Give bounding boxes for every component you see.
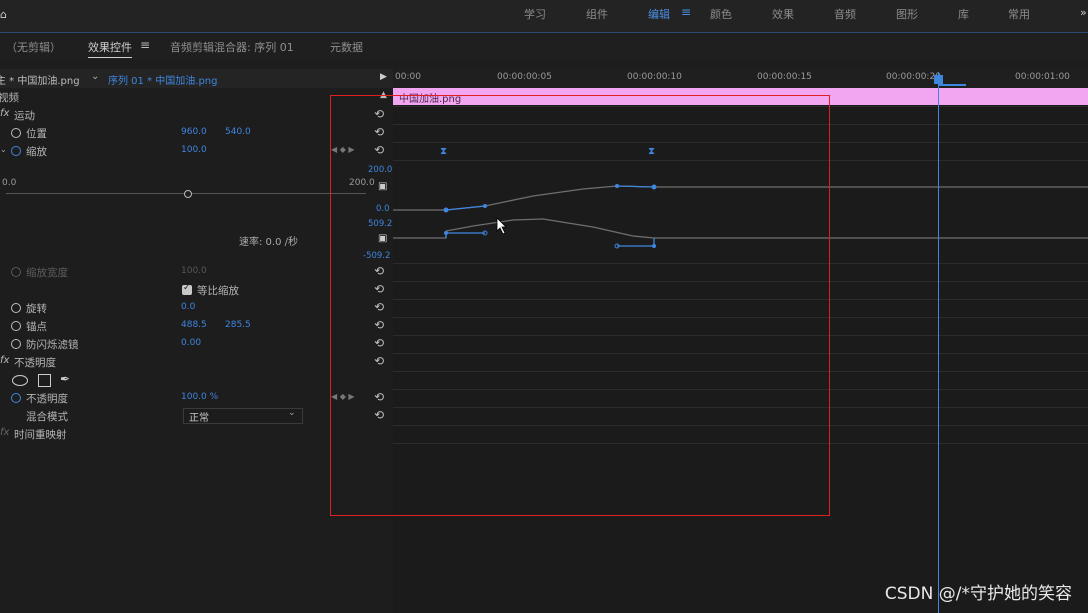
chevron-down-icon: ⌄ — [288, 408, 296, 418]
section-video-label: 视频 — [0, 92, 19, 104]
play-arrow-icon[interactable]: ▶ — [380, 72, 387, 82]
workspace-learn[interactable]: 学习 — [524, 6, 546, 22]
opacity-value[interactable]: 100.0 % — [181, 392, 218, 402]
blend-mode-label: 混合模式 — [26, 411, 68, 423]
time-remap-label: 时间重映射 — [14, 429, 67, 441]
tab-no-clip[interactable]: （无剪辑） — [6, 39, 61, 55]
stopwatch-icon[interactable] — [11, 339, 21, 349]
home-icon[interactable]: ⌂ — [0, 8, 7, 21]
ruler-tick: 00:00:00:20 — [886, 72, 941, 82]
scale-width-label: 缩放宽度 — [26, 267, 68, 279]
sequence-clip-label[interactable]: 序列 01 * 中国加油.png — [108, 72, 217, 87]
annotation-highlight-box — [330, 95, 830, 516]
position-y-value[interactable]: 540.0 — [225, 127, 251, 137]
tab-audio-mixer[interactable]: 音频剪辑混合器: 序列 01 — [170, 39, 294, 55]
time-ruler[interactable]: 00:00 00:00:00:05 00:00:00:10 00:00:00:1… — [393, 69, 1088, 88]
anchor-x-value[interactable]: 488.5 — [181, 320, 207, 330]
antiflicker-label: 防闪烁滤镜 — [26, 339, 79, 351]
panel-tab-bar: （无剪辑） 效果控件 ≡ 音频剪辑混合器: 序列 01 元数据 — [0, 33, 1088, 60]
antiflicker-value[interactable]: 0.00 — [181, 338, 201, 348]
workspace-graphics[interactable]: 图形 — [896, 6, 918, 22]
position-x-value[interactable]: 960.0 — [181, 127, 207, 137]
opacity-group-label: 不透明度 — [14, 357, 56, 369]
stopwatch-icon[interactable] — [11, 303, 21, 313]
master-clip-label[interactable]: 主 * 中国加油.png — [0, 72, 80, 87]
more-workspaces-icon[interactable]: » — [1080, 6, 1087, 19]
pen-mask-icon[interactable]: ✒ — [60, 372, 70, 386]
workspace-menu-icon[interactable]: ≡ — [681, 5, 691, 19]
motion-label: 运动 — [14, 110, 35, 122]
stopwatch-icon — [11, 267, 21, 277]
uniform-scale-label: 等比缩放 — [197, 285, 239, 297]
stopwatch-icon[interactable] — [11, 146, 21, 156]
scale-value[interactable]: 100.0 — [181, 145, 207, 155]
ruler-tick: 00:00:01:00 — [1015, 72, 1070, 82]
workspace-audio[interactable]: 音频 — [834, 6, 856, 22]
workspace-libraries[interactable]: 库 — [958, 6, 969, 22]
tab-effect-controls[interactable]: 效果控件 — [88, 39, 132, 58]
stopwatch-icon[interactable] — [11, 393, 21, 403]
fx-icon[interactable]: fx — [0, 108, 9, 119]
scale-slider-handle[interactable] — [184, 190, 192, 198]
anchor-y-value[interactable]: 285.5 — [225, 320, 251, 330]
ruler-tick: 00:00:00:15 — [757, 72, 812, 82]
stopwatch-icon[interactable] — [11, 128, 21, 138]
ruler-tick: 00:00 — [395, 72, 421, 82]
rotation-label: 旋转 — [26, 303, 47, 315]
watermark: CSDN @/*守护她的笑容 — [884, 584, 1072, 604]
anchor-label: 锚点 — [26, 321, 47, 333]
fx-icon[interactable]: fx — [0, 427, 9, 438]
playhead-handle[interactable] — [934, 75, 943, 84]
velocity-label: 速率: 0.0 /秒 — [239, 237, 298, 248]
work-range — [938, 84, 966, 86]
workspace-bar: ⌂ 学习 组件 编辑 ≡ 颜色 效果 音频 图形 库 常用 » — [0, 0, 1088, 33]
ellipse-mask-icon[interactable] — [12, 375, 28, 386]
fx-icon[interactable]: fx — [0, 355, 9, 366]
workspace-color[interactable]: 颜色 — [710, 6, 732, 22]
chevron-down-icon[interactable]: ⌄ — [91, 71, 99, 82]
playhead[interactable] — [938, 72, 939, 613]
source-header: 主 * 中国加油.png ⌄ 序列 01 * 中国加油.png ▶ — [0, 69, 393, 88]
position-label: 位置 — [26, 128, 47, 140]
slider-min: 0.0 — [2, 178, 17, 188]
scale-width-value: 100.0 — [181, 266, 207, 276]
rotation-value[interactable]: 0.0 — [181, 302, 195, 312]
workspace-assembly[interactable]: 组件 — [586, 6, 608, 22]
expand-icon[interactable]: ⌄ — [0, 145, 7, 154]
blend-mode-value: 正常 — [189, 413, 209, 424]
uniform-scale-checkbox[interactable]: ✓ — [182, 283, 192, 295]
workspace-effects[interactable]: 效果 — [772, 6, 794, 22]
workspace-common[interactable]: 常用 — [1008, 6, 1030, 22]
opacity-label: 不透明度 — [26, 393, 68, 405]
blend-mode-dropdown[interactable]: 正常 ⌄ — [183, 408, 303, 424]
rectangle-mask-icon[interactable] — [38, 374, 51, 387]
ruler-tick: 00:00:00:10 — [627, 72, 682, 82]
scale-label: 缩放 — [26, 146, 47, 158]
stopwatch-icon[interactable] — [11, 321, 21, 331]
panel-menu-icon[interactable]: ≡ — [140, 38, 150, 52]
ruler-tick: 00:00:00:05 — [497, 72, 552, 82]
workspace-editing[interactable]: 编辑 — [648, 6, 670, 22]
tab-metadata[interactable]: 元数据 — [330, 39, 363, 55]
